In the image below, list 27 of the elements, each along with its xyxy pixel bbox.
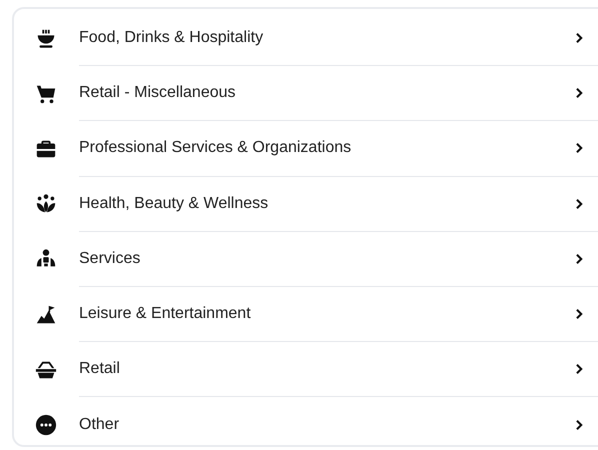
- mountain-flag-icon: [35, 304, 57, 326]
- category-item[interactable]: Retail: [14, 342, 598, 398]
- category-item[interactable]: Professional Services & Organizations: [14, 121, 598, 177]
- chevron-right-icon: [575, 87, 584, 100]
- category-item[interactable]: Health, Beauty & Wellness: [14, 176, 598, 232]
- category-label: Other: [79, 416, 120, 434]
- category-item[interactable]: Other: [14, 397, 598, 450]
- chevron-right-icon: [575, 32, 584, 44]
- chevron-right-icon: [575, 198, 584, 210]
- more-icon: [35, 414, 57, 436]
- chevron-right-icon: [575, 252, 584, 265]
- category-label: Leisure & Entertainment: [79, 305, 252, 324]
- chevron-right-icon: [575, 308, 584, 320]
- category-label: Food, Drinks & Hospitality: [79, 29, 264, 48]
- category-label: Health, Beauty & Wellness: [79, 194, 270, 213]
- category-label: Retail - Miscellaneous: [79, 84, 237, 102]
- chevron-right-icon: [575, 142, 584, 154]
- chevron-right-icon: [575, 418, 584, 431]
- category-label: Services: [79, 250, 142, 268]
- category-item[interactable]: Food, Drinks & Hospitality: [14, 11, 598, 66]
- category-label: Retail: [79, 360, 121, 378]
- category-item[interactable]: Leisure & Entertainment: [14, 286, 598, 342]
- category-label: Professional Services & Organizations: [79, 139, 352, 158]
- chevron-right-icon: [575, 363, 584, 376]
- category-item[interactable]: Retail - Miscellaneous: [14, 66, 598, 122]
- bowl-icon: [35, 28, 57, 50]
- category-item[interactable]: Services: [14, 232, 598, 287]
